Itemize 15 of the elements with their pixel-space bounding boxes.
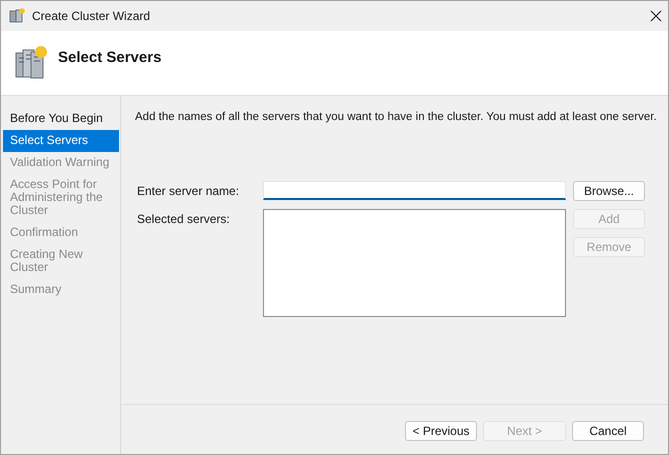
cluster-icon	[9, 8, 25, 24]
selected-servers-list[interactable]	[263, 209, 566, 317]
field-label: Enter server name:	[137, 183, 240, 198]
field-label: Selected servers:	[137, 211, 231, 226]
page-title: Select Servers	[58, 48, 162, 66]
server-name-field[interactable]	[263, 181, 566, 200]
previous-button[interactable]: < Previous	[405, 420, 477, 440]
cancel-button[interactable]: Cancel	[572, 420, 644, 440]
instruction-text: Add the names of all the servers that you want to have in the cluster. You must add at least one server.	[135, 111, 658, 123]
wizard-step[interactable]: Select Servers	[3, 130, 119, 152]
servers-icon	[14, 45, 48, 81]
close-icon[interactable]	[650, 10, 662, 22]
browse-button[interactable]: Browse...	[573, 181, 645, 201]
window-title: Create Cluster Wizard	[32, 9, 152, 23]
wizard-step[interactable]: Before You Begin	[3, 108, 119, 130]
